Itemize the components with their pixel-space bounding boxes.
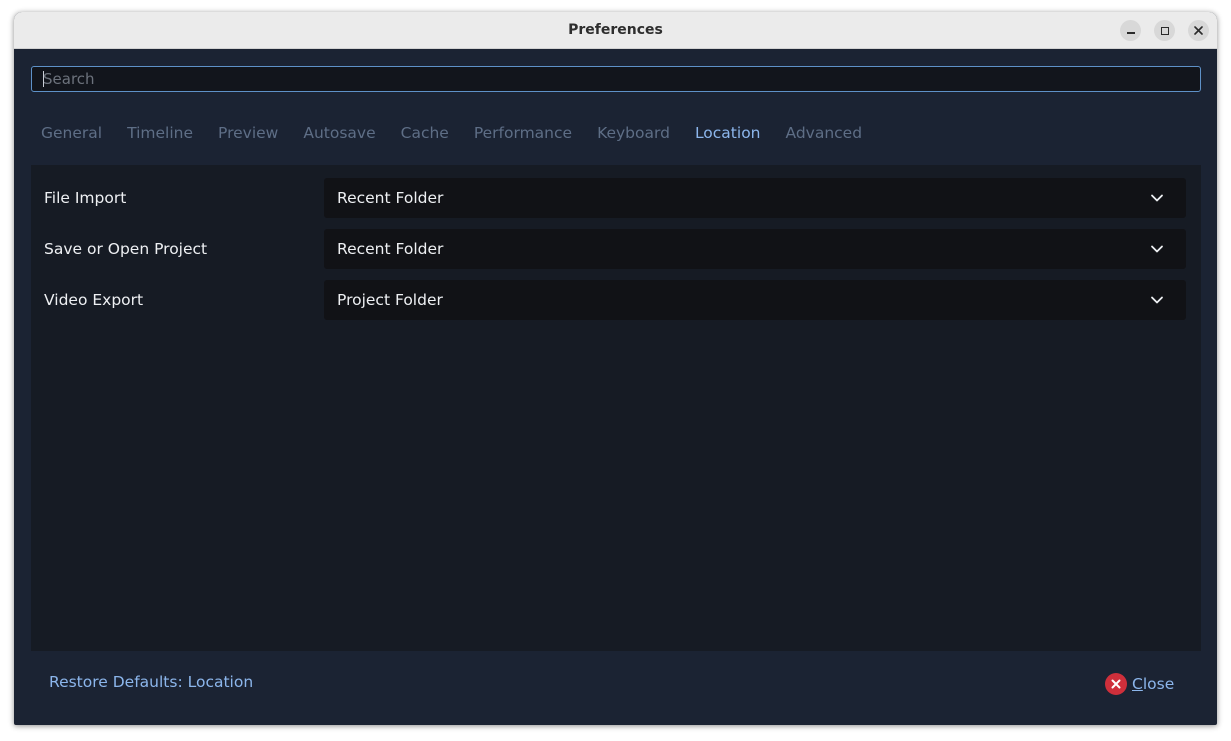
- tab-advanced[interactable]: Advanced: [786, 124, 863, 148]
- tab-cache[interactable]: Cache: [401, 124, 449, 148]
- preferences-tabs: General Timeline Preview Autosave Cache Perfo…: [41, 124, 887, 148]
- setting-label: File Import: [44, 189, 127, 207]
- maximize-icon: [1160, 26, 1169, 35]
- chevron-down-icon: [1151, 245, 1163, 253]
- minimize-button[interactable]: [1120, 20, 1141, 41]
- tab-performance[interactable]: Performance: [474, 124, 572, 148]
- chevron-down-icon: [1151, 194, 1163, 202]
- dropdown-value: Recent Folder: [337, 240, 444, 258]
- close-button-label: Close: [1132, 675, 1174, 693]
- setting-row: Video Export Project Folder: [31, 280, 1201, 320]
- setting-row: Save or Open Project Recent Folder: [31, 229, 1201, 269]
- minimize-icon: [1126, 32, 1135, 34]
- tab-location[interactable]: Location: [695, 124, 761, 148]
- setting-dropdown[interactable]: Recent Folder: [324, 229, 1186, 269]
- close-circle-icon: [1105, 673, 1127, 695]
- location-settings-panel: File Import Recent Folder Save or Open Pro…: [31, 165, 1201, 651]
- window-title: Preferences: [568, 22, 663, 38]
- text-cursor: [43, 71, 44, 87]
- setting-label: Save or Open Project: [44, 240, 208, 258]
- tab-keyboard[interactable]: Keyboard: [597, 124, 670, 148]
- maximize-button[interactable]: [1154, 20, 1175, 41]
- title-bar[interactable]: Preferences: [14, 12, 1217, 49]
- setting-row: File Import Recent Folder: [31, 178, 1201, 218]
- close-label-rest: lose: [1142, 675, 1175, 693]
- search-input[interactable]: [32, 67, 1200, 91]
- tab-timeline[interactable]: Timeline: [127, 124, 193, 148]
- close-button[interactable]: Close: [1105, 672, 1174, 696]
- tab-preview[interactable]: Preview: [218, 124, 278, 148]
- close-window-button[interactable]: [1188, 20, 1209, 41]
- chevron-down-icon: [1151, 296, 1163, 304]
- preferences-window: Preferences General Timeline Preview Autosa…: [14, 12, 1217, 725]
- close-mnemonic: C: [1132, 675, 1143, 693]
- dropdown-value: Project Folder: [337, 291, 443, 309]
- close-window-icon: [1194, 26, 1203, 35]
- setting-dropdown[interactable]: Project Folder: [324, 280, 1186, 320]
- dropdown-value: Recent Folder: [337, 189, 444, 207]
- restore-defaults-button[interactable]: Restore Defaults: Location: [49, 673, 253, 691]
- search-field[interactable]: [31, 66, 1201, 92]
- setting-label: Video Export: [44, 291, 144, 309]
- setting-dropdown[interactable]: Recent Folder: [324, 178, 1186, 218]
- tab-autosave[interactable]: Autosave: [303, 124, 375, 148]
- tab-general[interactable]: General: [41, 124, 102, 148]
